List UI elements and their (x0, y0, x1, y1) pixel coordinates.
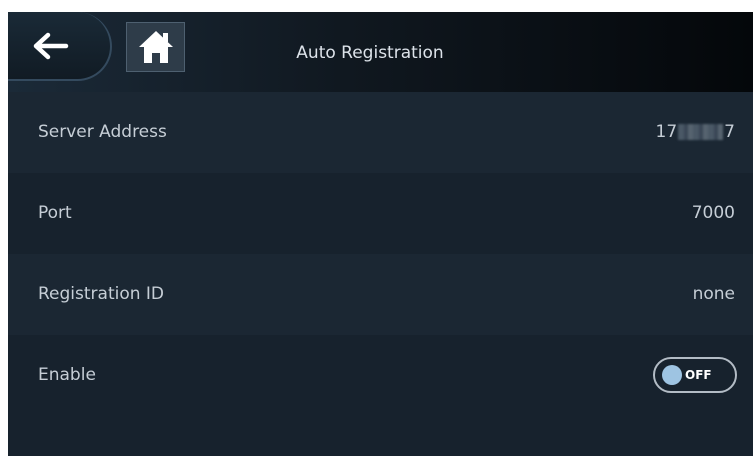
setting-label: Port (38, 203, 72, 223)
arrow-left-icon (33, 32, 69, 60)
server-address-value: 17 7 (656, 92, 735, 173)
setting-row-enable: Enable OFF (8, 335, 753, 416)
header-bar: Auto Registration (8, 12, 753, 92)
setting-row-registration-id[interactable]: Registration ID none (8, 254, 753, 335)
setting-row-server-address[interactable]: Server Address 17 7 (8, 92, 753, 173)
server-address-suffix: 7 (724, 122, 735, 142)
port-value: 7000 (691, 203, 735, 223)
toggle-state-label: OFF (685, 368, 712, 382)
masked-region (678, 124, 724, 140)
server-address-prefix: 17 (655, 122, 678, 142)
device-screen: Auto Registration Server Address 17 7 Por… (8, 12, 753, 456)
home-button[interactable] (126, 22, 185, 72)
home-icon (139, 31, 173, 63)
setting-label: Enable (38, 365, 96, 385)
toggle-knob (662, 365, 682, 385)
setting-row-port[interactable]: Port 7000 (8, 173, 753, 254)
setting-label: Registration ID (38, 284, 165, 304)
enable-toggle[interactable]: OFF (653, 357, 737, 393)
registration-id-value: none (692, 284, 735, 304)
back-button[interactable] (8, 12, 112, 81)
page-title: Auto Registration (296, 43, 444, 63)
setting-label: Server Address (38, 122, 167, 142)
